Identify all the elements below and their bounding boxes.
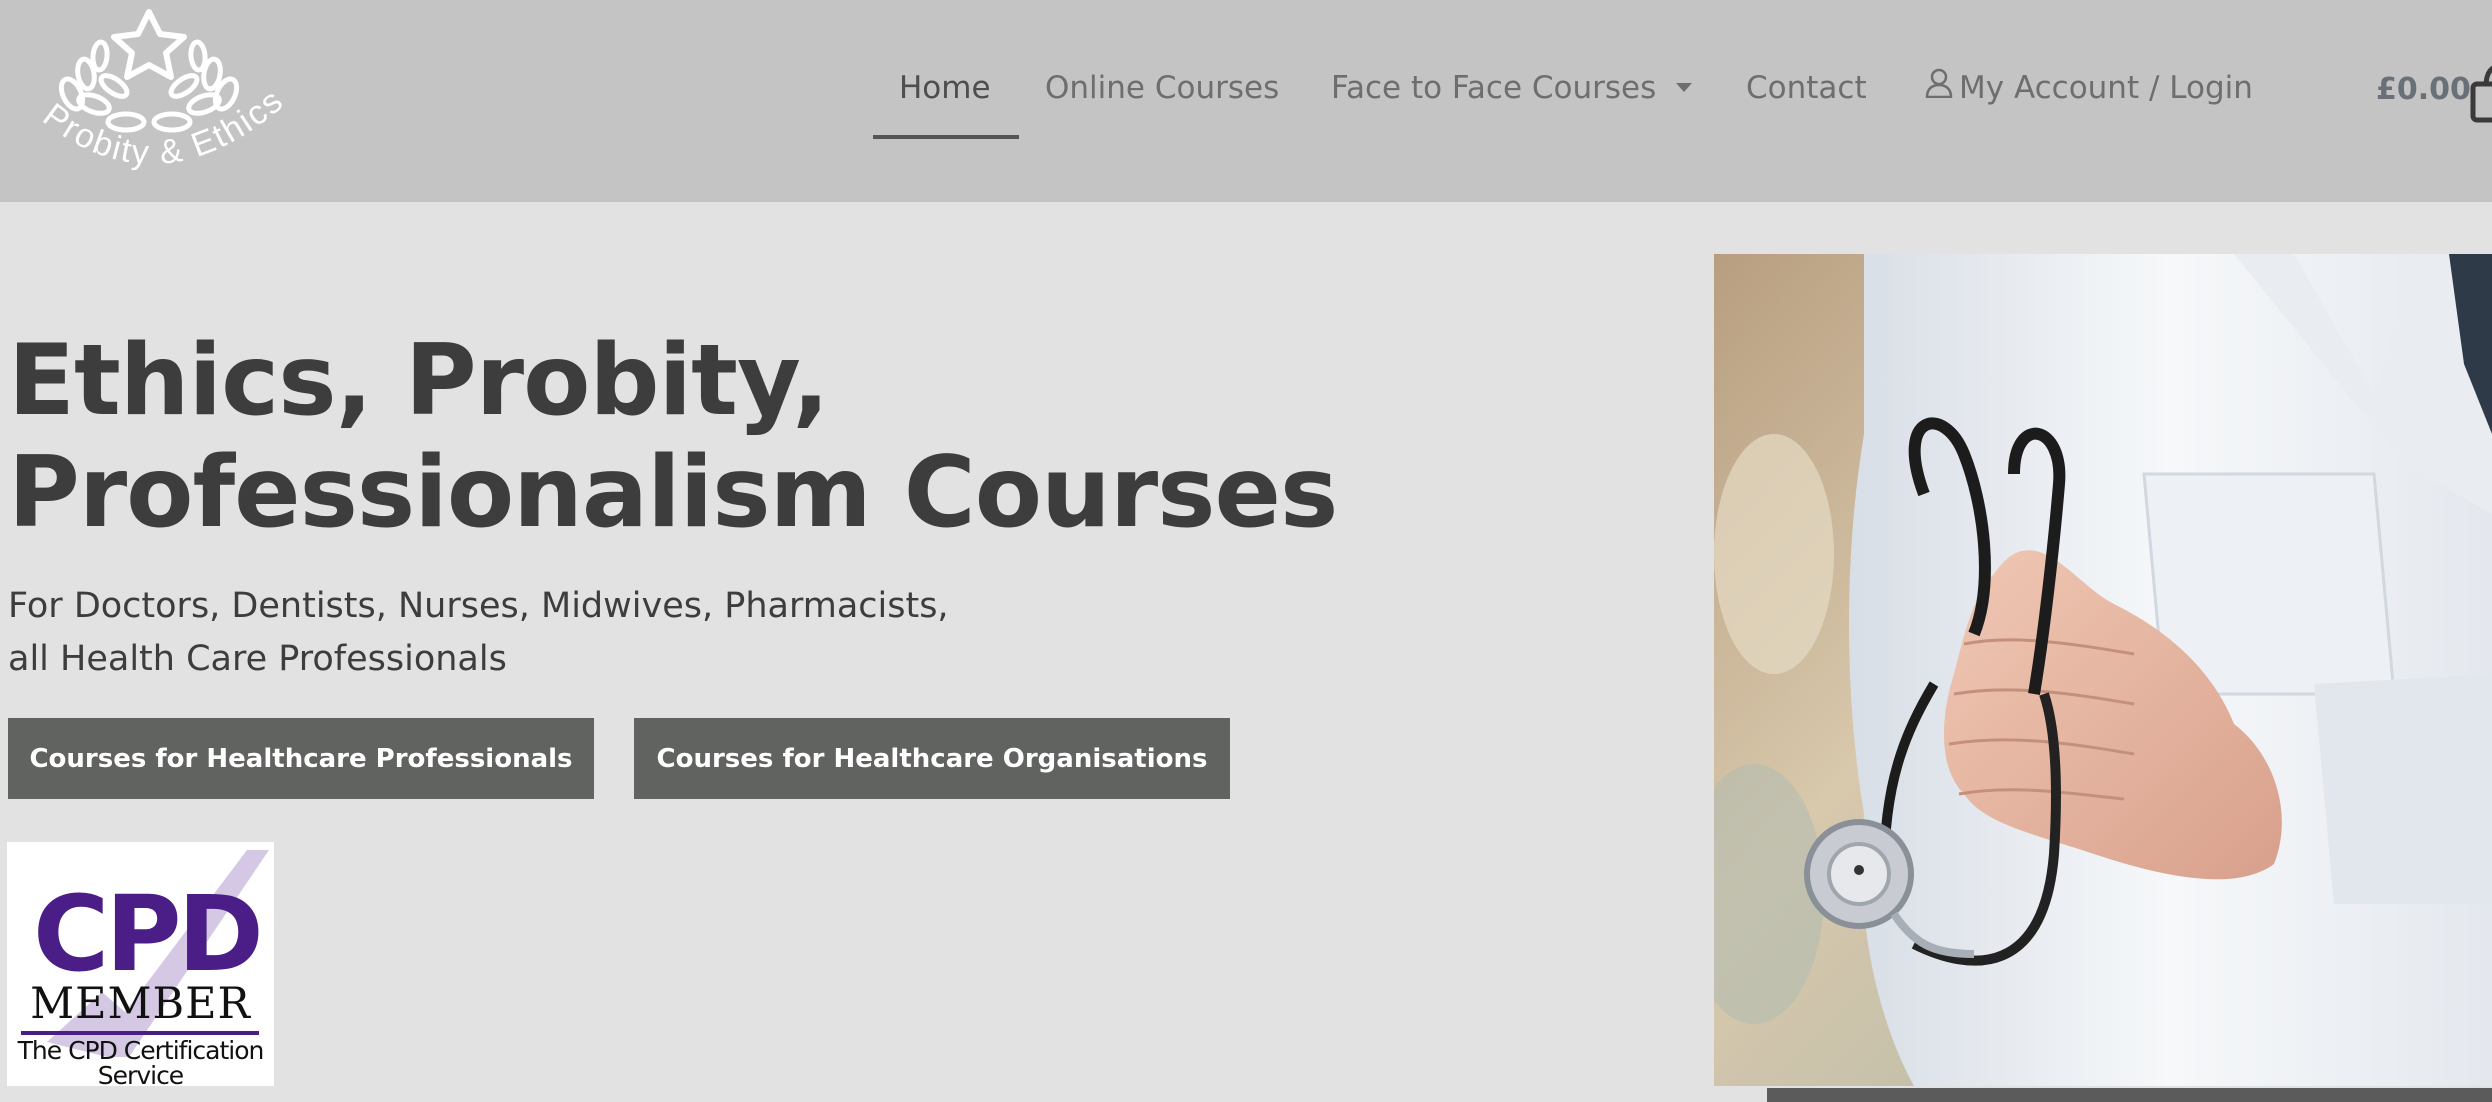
section-divider-bar (1767, 1088, 2492, 1102)
hero-subtitle-line2: all Health Care Professionals (8, 639, 507, 679)
probity-ethics-logo[interactable]: Probity & Ethics (14, 4, 289, 194)
caret-down-icon (1676, 83, 1693, 92)
cpd-logo-text: CPD (33, 873, 264, 995)
shopping-bag-icon[interactable] (2470, 62, 2492, 128)
cpd-member-badge: CPD MEMBER The CPD Certification Service (7, 842, 274, 1086)
hero-title-line2: Professionalism Courses (8, 436, 1338, 550)
cart-total[interactable]: £0.00 (2376, 72, 2471, 107)
site-header: Probity & Ethics Home Online Courses Fac… (0, 0, 2492, 202)
nav-face-to-face-courses[interactable]: Face to Face Courses (1331, 70, 1693, 106)
cpd-caption-line2: Service (97, 1061, 184, 1086)
hero-title: Ethics, Probity, Professionalism Courses (8, 324, 1338, 550)
nav-contact[interactable]: Contact (1746, 70, 1867, 106)
cpd-member-text: MEMBER (30, 979, 251, 1029)
courses-organisations-button[interactable]: Courses for Healthcare Organisations (634, 718, 1230, 799)
hero-title-line1: Ethics, Probity, (8, 324, 829, 438)
nav-my-account[interactable]: My Account / Login (1925, 68, 2253, 109)
active-nav-indicator (873, 135, 1019, 139)
doctor-stethoscope-photo (1714, 254, 2492, 1086)
nav-face-to-face-label: Face to Face Courses (1331, 70, 1657, 106)
nav-my-account-label: My Account / Login (1959, 70, 2253, 106)
cpd-divider (21, 1031, 259, 1035)
nav-home[interactable]: Home (899, 70, 991, 106)
laurel-star-icon: Probity & Ethics (36, 9, 289, 172)
cpd-caption: The CPD Certification Service (7, 1038, 274, 1086)
hero-subtitle-line1: For Doctors, Dentists, Nurses, Midwives,… (8, 586, 949, 626)
user-icon (1925, 68, 1953, 106)
hero-subtitle: For Doctors, Dentists, Nurses, Midwives,… (8, 580, 949, 686)
nav-online-courses[interactable]: Online Courses (1045, 70, 1279, 106)
courses-professionals-button[interactable]: Courses for Healthcare Professionals (8, 718, 594, 799)
